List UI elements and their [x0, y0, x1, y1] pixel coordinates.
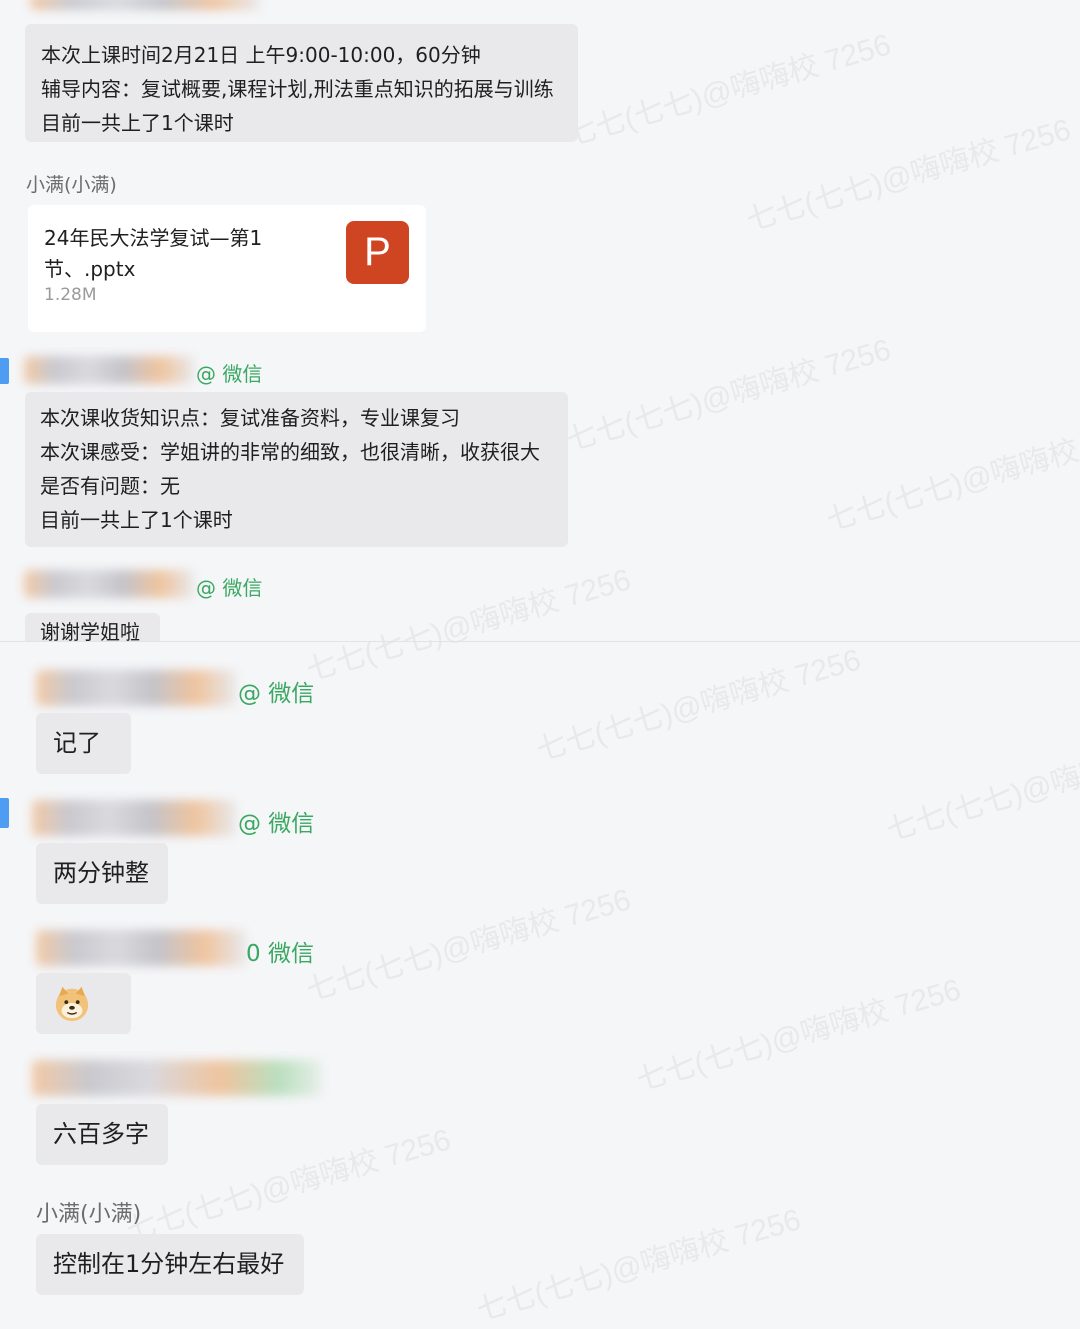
file-name: 24年民大法学复试—第1节、.pptx	[44, 226, 263, 281]
message-bubble[interactable]: 两分钟整	[36, 843, 168, 904]
message-line: 本次上课时间2月21日 上午9:00-10:00，60分钟	[41, 43, 481, 67]
message-bubble[interactable]: 本次上课时间2月21日 上午9:00-10:00，60分钟 辅导内容：复试概要,…	[25, 24, 578, 142]
watermark: 七七(七七)@嗨嗨校 7256	[472, 1203, 805, 1328]
blurred-sender-name	[24, 570, 194, 598]
watermark: 七七(七七)@嗨嗨校 7256	[822, 413, 1080, 538]
watermark: 七七(七七)@嗨嗨校 7256	[562, 28, 895, 153]
message-bubble[interactable]: 本次课收货知识点：复试准备资料，专业课复习 本次课感受：学姐讲的非常的细致，也很…	[25, 392, 568, 547]
message-line: 本次课收货知识点：复试准备资料，专业课复习	[40, 406, 460, 430]
watermark: 七七(七七)@嗨嗨校 7256	[302, 563, 635, 688]
blurred-sender-name	[32, 800, 236, 836]
watermark: 七七(七七)@嗨嗨校 7256	[122, 1123, 455, 1248]
message-text: 记了	[53, 729, 101, 757]
watermark: 七七(七七)@嗨嗨校 7256	[302, 883, 635, 1008]
wechat-tag: @ 微信	[238, 681, 315, 707]
message-text: 六百多字	[53, 1120, 149, 1148]
watermark: 七七(七七)@嗨嗨校 7256	[882, 723, 1080, 848]
file-size: 1.28M	[44, 285, 97, 305]
message-bubble[interactable]: 六百多字	[36, 1104, 168, 1165]
file-attachment[interactable]: 24年民大法学复试—第1节、.pptx 1.28M P	[28, 205, 426, 332]
blurred-sender-name	[24, 356, 194, 384]
wechat-tag: @ 微信	[238, 811, 315, 837]
wechat-tag: 0 微信	[246, 941, 314, 967]
section-divider	[0, 641, 1080, 642]
blurred-sender-name	[32, 1060, 322, 1096]
sender-name: 小满(小满)	[36, 1202, 142, 1227]
watermark: 七七(七七)@嗨嗨校 7256	[532, 643, 865, 768]
message-line: 辅导内容：复试概要,课程计划,刑法重点知识的拓展与训练	[41, 77, 554, 101]
message-text: 两分钟整	[53, 859, 149, 887]
watermark: 七七(七七)@嗨嗨校 7256	[632, 973, 965, 1098]
blurred-sender-name	[36, 930, 246, 966]
blurred-sender-name	[30, 0, 260, 10]
message-line: 目前一共上了1个课时	[41, 111, 234, 135]
doge-emoji-icon	[55, 986, 89, 1022]
message-bubble[interactable]: 控制在1分钟左右最好	[36, 1234, 304, 1295]
message-line: 目前一共上了1个课时	[40, 508, 233, 532]
watermark: 七七(七七)@嗨嗨校 7256	[742, 113, 1075, 238]
message-text: 控制在1分钟左右最好	[53, 1250, 285, 1278]
powerpoint-icon: P	[346, 221, 409, 284]
sender-name: 小满(小满)	[26, 174, 117, 196]
watermark: 七七(七七)@嗨嗨校 7256	[562, 333, 895, 458]
blurred-sender-name	[36, 670, 236, 706]
message-bubble[interactable]	[36, 973, 131, 1034]
wechat-tag: @ 微信	[196, 576, 263, 600]
message-bubble[interactable]: 谢谢学姐啦	[25, 613, 160, 641]
unread-marker	[0, 798, 9, 828]
wechat-tag: @ 微信	[196, 362, 263, 386]
message-text: 谢谢学姐啦	[40, 620, 140, 641]
message-line: 本次课感受：学姐讲的非常的细致，也很清晰，收获很大	[40, 440, 540, 464]
message-bubble[interactable]: 记了	[36, 713, 131, 774]
unread-marker	[0, 358, 9, 384]
message-line: 是否有问题：无	[40, 474, 180, 498]
